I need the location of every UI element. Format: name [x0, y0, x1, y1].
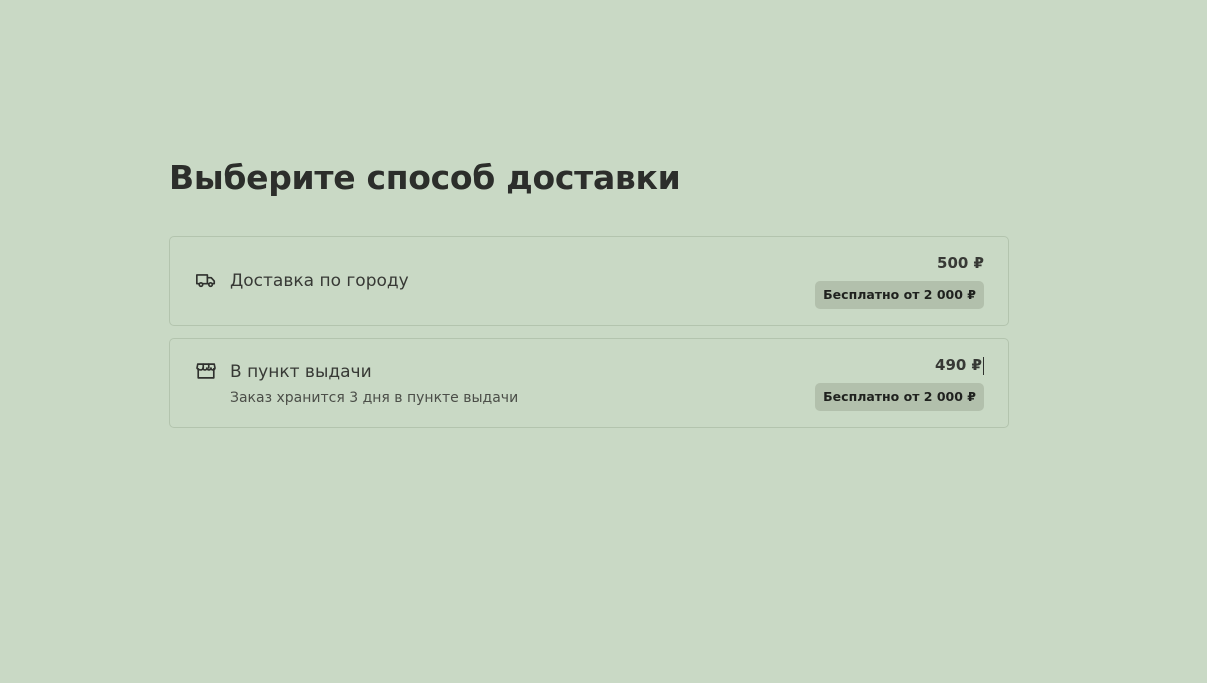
page-title: Выберите способ доставки — [169, 158, 681, 197]
delivery-options-list: Доставка по городу 500 ₽ Бесплатно от 2 … — [169, 236, 1009, 428]
delivery-option-city[interactable]: Доставка по городу 500 ₽ Бесплатно от 2 … — [169, 236, 1009, 326]
option-right: 500 ₽ Бесплатно от 2 000 ₽ — [815, 253, 984, 309]
option-left: В пункт выдачи Заказ хранится 3 дня в пу… — [194, 360, 518, 407]
option-right: 490 ₽ Бесплатно от 2 000 ₽ — [815, 355, 984, 411]
option-texts: В пункт выдачи Заказ хранится 3 дня в пу… — [230, 360, 518, 407]
option-price: 500 ₽ — [937, 254, 984, 272]
store-icon — [194, 359, 218, 383]
option-title: В пункт выдачи — [230, 361, 372, 382]
free-shipping-badge: Бесплатно от 2 000 ₽ — [815, 281, 984, 309]
text-cursor — [983, 356, 984, 375]
option-price: 490 ₽ — [935, 356, 982, 374]
option-texts: Доставка по городу — [230, 269, 409, 293]
option-subtitle: Заказ хранится 3 дня в пункте выдачи — [230, 389, 519, 406]
option-title: Доставка по городу — [230, 271, 409, 291]
option-left: Доставка по городу — [194, 269, 409, 293]
option-price-row: 490 ₽ — [935, 355, 984, 375]
truck-icon — [194, 268, 218, 292]
free-shipping-badge: Бесплатно от 2 000 ₽ — [815, 383, 984, 411]
delivery-method-section: Выберите способ доставки Доставка по гор… — [169, 150, 1009, 428]
delivery-option-pickup[interactable]: В пункт выдачи Заказ хранится 3 дня в пу… — [169, 338, 1009, 428]
